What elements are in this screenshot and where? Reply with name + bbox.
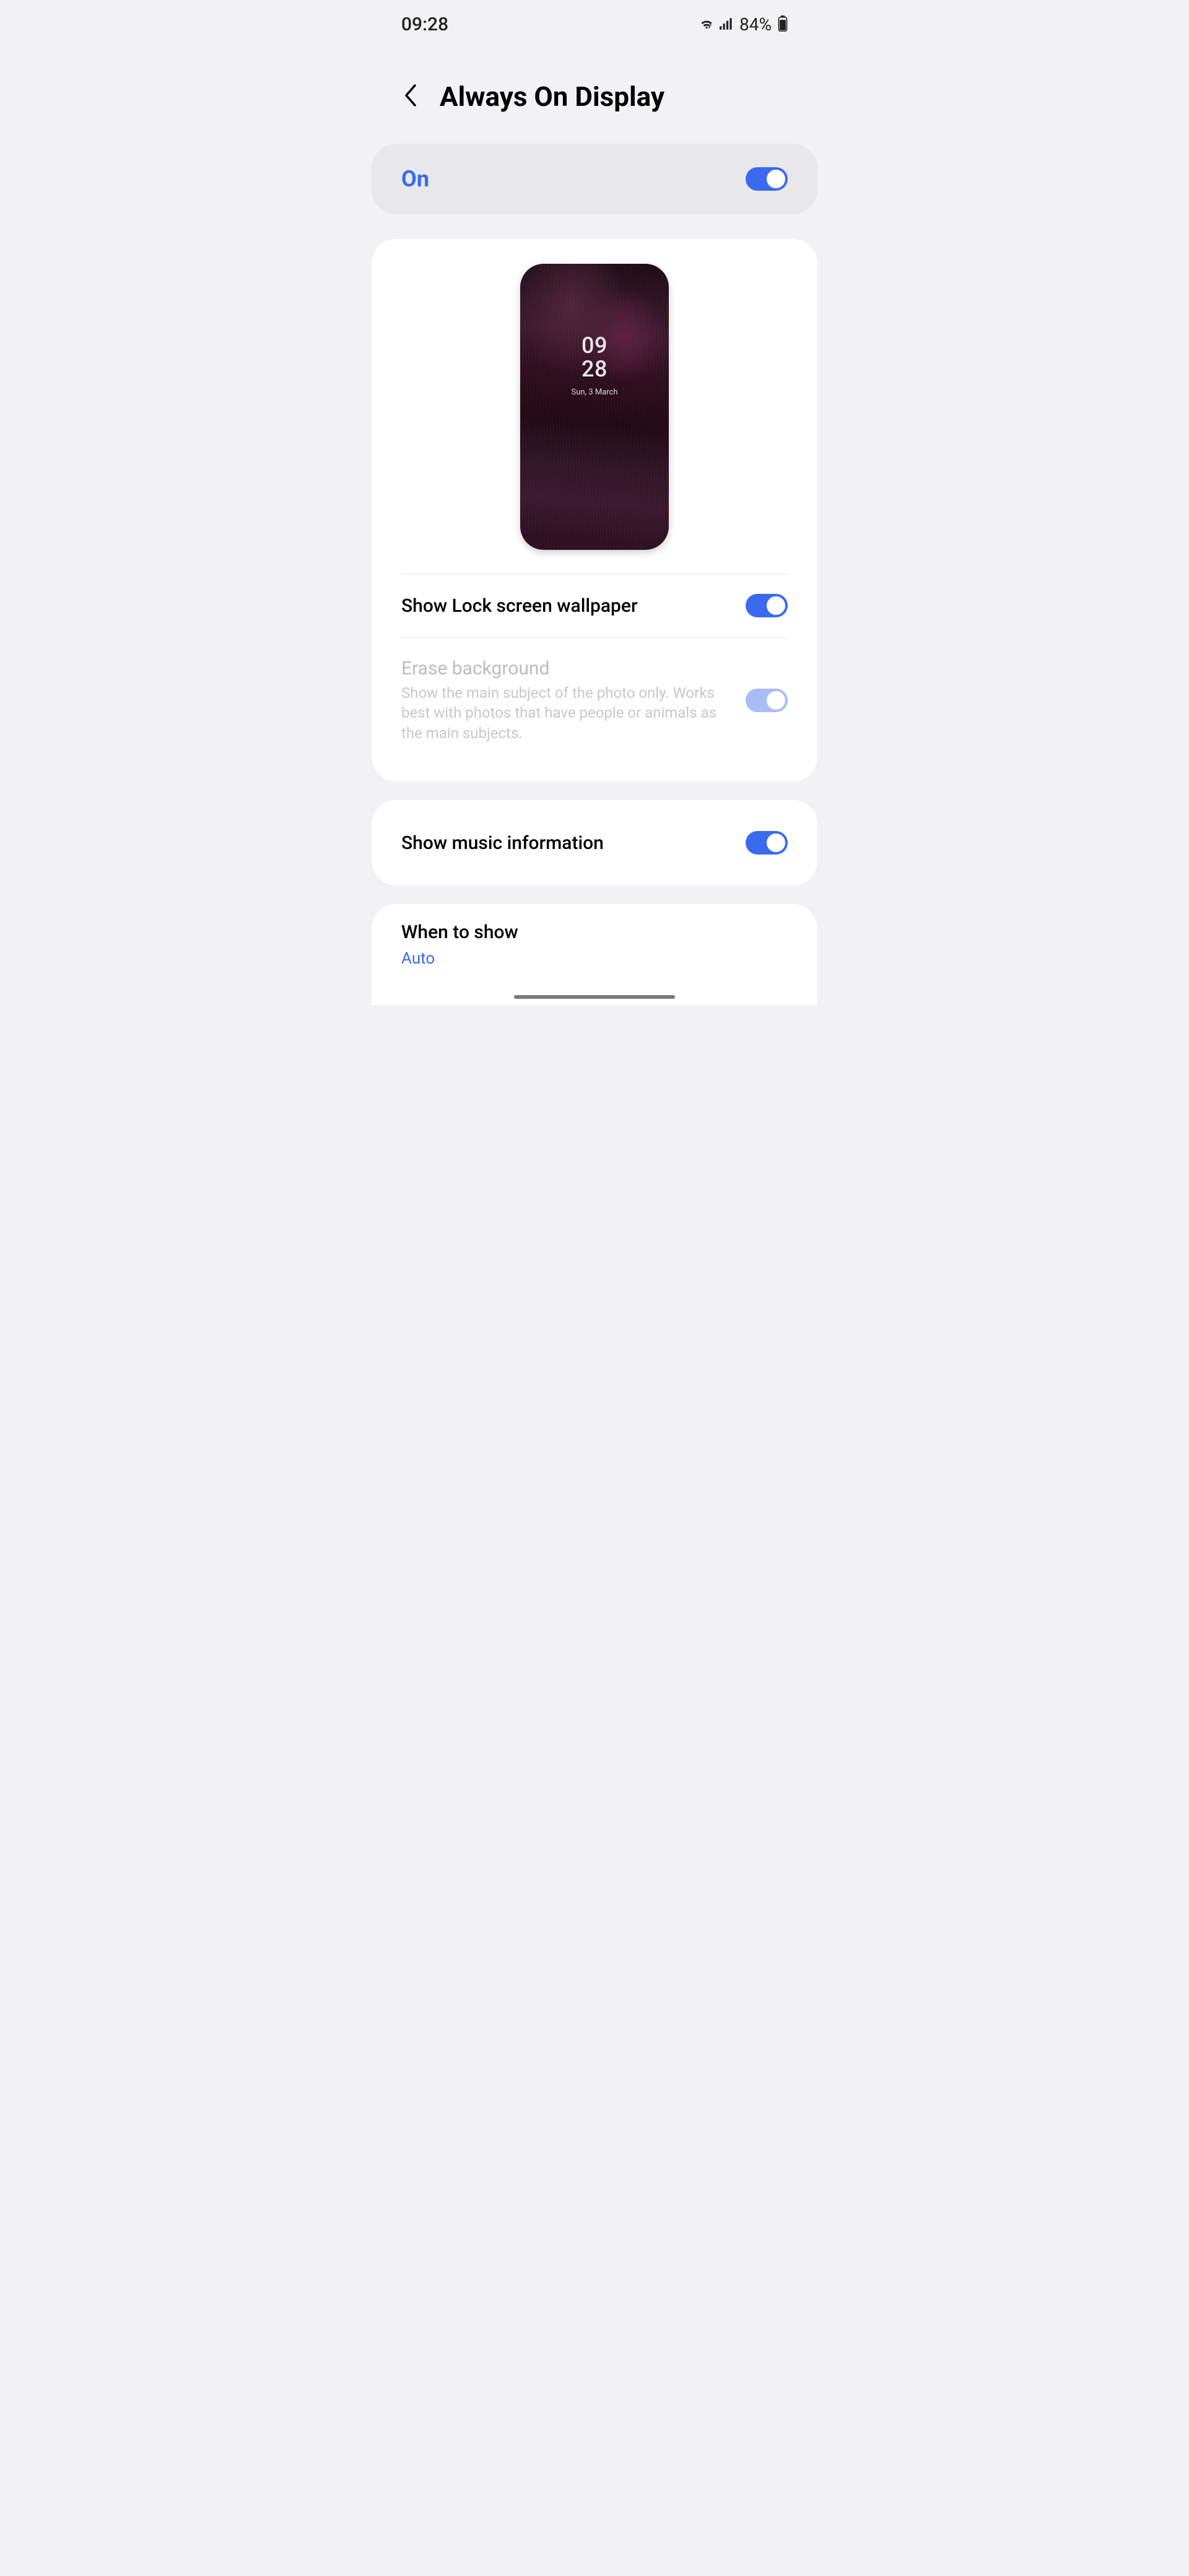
show-music-toggle[interactable] [746, 831, 788, 855]
toggle-knob [767, 691, 785, 710]
preview-hour: 09 [581, 334, 608, 358]
erase-background-label: Erase background [401, 658, 723, 679]
battery-percentage: 84% [739, 14, 772, 35]
battery-icon [778, 15, 788, 34]
status-icons: 84% [699, 14, 788, 35]
preview-minute: 28 [581, 358, 608, 381]
preview-clock: 09 28 [581, 334, 608, 381]
show-music-label: Show music information [401, 832, 604, 854]
erase-background-row: Erase background Show the main subject o… [401, 638, 788, 763]
preview-date: Sun, 3 March [571, 388, 617, 397]
erase-background-sub: Show the main subject of the photo only.… [401, 683, 723, 743]
preview-card: 09 28 Sun, 3 March Show Lock screen wall… [372, 239, 817, 781]
status-bar: 09:28 84% [372, 0, 817, 46]
back-button[interactable] [401, 83, 419, 110]
header: Always On Display [372, 46, 817, 144]
show-music-row[interactable]: Show music information [401, 811, 788, 874]
toggle-knob [767, 170, 785, 188]
toggle-knob [767, 596, 785, 615]
show-wallpaper-toggle[interactable] [746, 594, 788, 617]
status-time: 09:28 [401, 14, 448, 35]
signal-icon [720, 17, 734, 32]
erase-background-toggle [746, 689, 788, 712]
show-wallpaper-label: Show Lock screen wallpaper [401, 595, 638, 617]
when-to-show-label: When to show [401, 921, 788, 943]
master-toggle-label: On [401, 166, 429, 192]
wifi-icon [699, 17, 715, 32]
show-wallpaper-row[interactable]: Show Lock screen wallpaper [401, 574, 788, 637]
master-toggle-row[interactable]: On [372, 144, 817, 214]
home-indicator[interactable] [514, 995, 675, 999]
page-title: Always On Display [440, 80, 664, 113]
toggle-knob [767, 833, 785, 852]
aod-preview[interactable]: 09 28 Sun, 3 March [520, 264, 669, 550]
when-to-show-value: Auto [401, 949, 788, 968]
when-to-show-row[interactable]: When to show Auto [372, 904, 817, 1005]
music-card: Show music information [372, 800, 817, 886]
master-toggle[interactable] [746, 167, 788, 191]
